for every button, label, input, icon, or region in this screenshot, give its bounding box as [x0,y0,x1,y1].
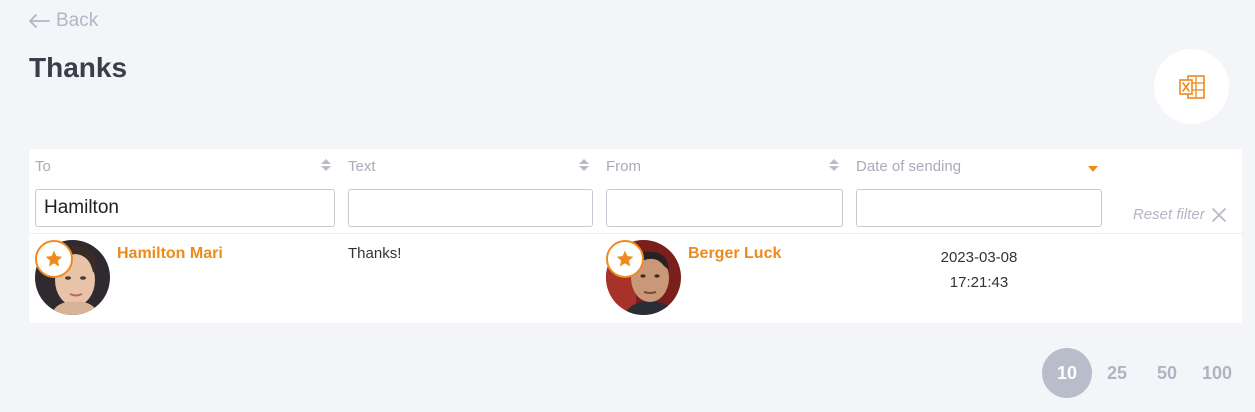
recipient-name-link[interactable]: Hamilton Mari [117,245,223,263]
message-text: Thanks! [348,245,402,262]
reset-filter-label: Reset filter [1133,206,1205,223]
sender-name-link[interactable]: Berger Luck [688,245,781,263]
page-size-10[interactable]: 10 [1042,348,1092,398]
send-date: 2023-03-08 [940,249,1018,266]
column-header-from[interactable]: From [606,158,641,175]
page-size-100[interactable]: 100 [1192,348,1242,398]
sender-avatar-wrap[interactable] [606,240,681,315]
filter-text-input[interactable] [348,189,593,227]
sort-text-icon[interactable] [579,159,589,171]
send-time: 17:21:43 [949,274,1009,291]
header-divider [29,233,1242,234]
export-excel-button[interactable] [1154,49,1229,124]
column-header-to[interactable]: To [35,158,51,175]
recipient-avatar-wrap[interactable] [35,240,110,315]
sort-to-icon[interactable] [321,159,331,171]
column-header-text[interactable]: Text [348,158,376,175]
star-badge [35,240,73,278]
filter-from-input[interactable] [606,189,843,227]
arrow-left-icon [29,14,50,28]
column-header-date[interactable]: Date of sending [856,158,961,175]
back-label: Back [56,10,99,31]
star-icon [616,250,634,267]
reset-filter-button[interactable]: Reset filter [1133,206,1227,223]
sort-from-icon[interactable] [829,159,839,171]
star-icon [45,250,63,267]
page-size-25[interactable]: 25 [1092,348,1142,398]
star-badge [606,240,644,278]
back-link[interactable]: Back [28,10,98,32]
page-size-50[interactable]: 50 [1142,348,1192,398]
thanks-table: To Text From Date of sending Reset filte… [29,149,1242,323]
sort-desc-icon[interactable] [1088,166,1098,172]
page-title: Thanks [29,52,128,83]
filter-date-input[interactable] [856,189,1102,227]
close-icon [1211,207,1226,222]
excel-export-icon [1178,74,1205,99]
filter-to-input[interactable] [35,189,335,227]
date-cell: 2023-03-08 17:21:43 [909,245,1049,295]
